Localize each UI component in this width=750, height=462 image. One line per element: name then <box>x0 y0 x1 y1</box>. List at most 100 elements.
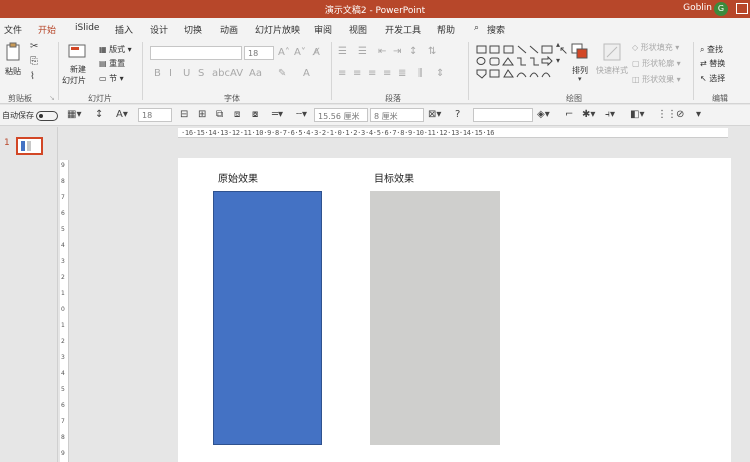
highlight-icon[interactable]: ✎ <box>278 68 286 79</box>
shape-outline-button[interactable]: ▢ 形状轮廓 ▾ <box>632 58 681 69</box>
user-name[interactable]: Goblin <box>683 3 712 13</box>
help-icon[interactable]: ? <box>455 109 460 120</box>
align-left-icon[interactable]: ≡ <box>338 68 346 79</box>
table-icon[interactable]: ▦▾ <box>67 109 81 120</box>
align-text-icon[interactable]: ⇕ <box>436 68 444 79</box>
select-button[interactable]: ↖ 选择 <box>700 73 725 84</box>
send-backward-icon[interactable]: ⧇ <box>252 109 258 120</box>
tab-islide[interactable]: iSlide <box>75 23 99 33</box>
label-target[interactable]: 目标效果 <box>374 170 414 185</box>
align-icon[interactable]: ⊟ <box>180 109 188 120</box>
style-combo[interactable] <box>473 108 533 122</box>
numbering-icon[interactable]: ☰ <box>358 46 367 57</box>
shape-effects-button[interactable]: ◫ 形状效果 ▾ <box>632 74 681 85</box>
section-button[interactable]: ▭ 节 ▾ <box>99 73 124 84</box>
toolbar-font-size[interactable]: 18 <box>138 108 172 122</box>
bold-icon[interactable]: B <box>154 68 161 79</box>
shape-height-field[interactable]: 8 厘米 <box>370 108 424 122</box>
avatar[interactable]: G <box>714 2 728 16</box>
find-button[interactable]: ⌕ 查找 <box>700 44 723 55</box>
tab-slideshow[interactable]: 幻灯片放映 <box>255 23 300 36</box>
new-slide-label-2[interactable]: 幻灯片 <box>62 75 86 86</box>
tab-view[interactable]: 视图 <box>349 23 367 36</box>
format-painter-icon[interactable]: ⌇ <box>30 71 35 82</box>
decrease-indent-icon[interactable]: ⇤ <box>378 46 386 57</box>
tab-insert[interactable]: 插入 <box>115 23 133 36</box>
bullets-icon[interactable]: ☰ <box>338 46 347 57</box>
font-name-combo[interactable] <box>150 46 242 60</box>
dialog-launcher-icon[interactable]: ↘ <box>49 94 55 102</box>
settings-icon[interactable]: ✱▾ <box>582 109 595 120</box>
gallery-down-icon[interactable]: ▾ <box>556 56 560 65</box>
new-slide-label[interactable]: 新建 <box>70 64 86 75</box>
slide-thumbnail[interactable] <box>16 137 43 155</box>
layout-button[interactable]: ▦ 版式 ▾ <box>99 44 132 55</box>
label-original[interactable]: 原始效果 <box>218 170 258 185</box>
strikethrough-icon[interactable]: abc <box>212 68 230 79</box>
tab-file[interactable]: 文件 <box>4 23 22 36</box>
cut-icon[interactable]: ✂ <box>30 41 38 52</box>
group-label-clipboard: 剪贴板 <box>8 94 32 103</box>
paste-label[interactable]: 粘贴 <box>5 66 21 77</box>
line-icon[interactable]: ═▾ <box>272 109 283 120</box>
tab-search[interactable]: 搜索 <box>487 23 505 36</box>
font-color-icon[interactable]: A <box>303 68 310 79</box>
color-picker-icon[interactable]: ◧▾ <box>630 109 644 120</box>
new-slide-button[interactable] <box>68 42 88 62</box>
shape-fill-button[interactable]: ◇ 形状填充 ▾ <box>632 42 679 53</box>
copy-icon[interactable]: ⎘ <box>30 56 38 67</box>
group-icon[interactable]: ⧉ <box>216 109 223 120</box>
tab-transitions[interactable]: 切换 <box>184 23 202 36</box>
font-size-combo[interactable]: 18 <box>244 46 274 60</box>
tab-home[interactable]: 开始 <box>38 23 57 40</box>
align-center-icon[interactable]: ≡ <box>353 68 361 79</box>
crop-tool-icon[interactable]: ⌐ <box>565 109 573 120</box>
tab-review[interactable]: 审阅 <box>314 23 332 36</box>
grid-icon[interactable]: ⋮⋮ <box>657 109 677 120</box>
align-right-icon[interactable]: ≡ <box>368 68 376 79</box>
line-spacing-icon[interactable]: ↕ <box>409 46 417 57</box>
shape-original-bar[interactable] <box>213 191 322 445</box>
tab-animations[interactable]: 动画 <box>220 23 238 36</box>
change-case-icon[interactable]: Aa <box>249 68 262 79</box>
find-icon: ⌕ <box>700 45 708 54</box>
columns-icon[interactable]: ⫼ <box>418 68 423 79</box>
clear-format-icon[interactable]: A̸ <box>313 47 320 58</box>
font-color-icon[interactable]: A▾ <box>116 109 128 120</box>
shape-width-field[interactable]: 15.56 厘米 <box>314 108 368 122</box>
arrange-button[interactable] <box>570 42 590 64</box>
distributed-icon[interactable]: ≣ <box>398 68 406 79</box>
shapes-gallery[interactable] <box>474 42 560 86</box>
bring-forward-icon[interactable]: ⧈ <box>234 109 240 120</box>
increase-font-icon[interactable]: A˄ <box>278 47 290 58</box>
tab-design[interactable]: 设计 <box>150 23 168 36</box>
char-spacing-icon[interactable]: AV <box>230 68 243 79</box>
replace-button[interactable]: ⇄ 替换 <box>700 58 725 69</box>
shape-fill-quick-icon[interactable]: ◈▾ <box>537 109 550 120</box>
shadow-icon[interactable]: S <box>198 68 204 79</box>
quick-styles-button[interactable] <box>602 42 622 64</box>
increase-indent-icon[interactable]: ⇥ <box>393 46 401 57</box>
reset-button[interactable]: ▤ 重置 <box>99 58 125 69</box>
restore-window-icon[interactable] <box>736 3 748 14</box>
tab-developer[interactable]: 开发工具 <box>385 23 421 36</box>
tab-help[interactable]: 帮助 <box>437 23 455 36</box>
search-icon[interactable]: ⌕ <box>474 23 479 33</box>
underline-icon[interactable]: U <box>183 68 190 79</box>
quick-styles-label[interactable]: 快速样式 <box>596 65 628 76</box>
arrange-dropdown-icon[interactable]: ▾ <box>578 75 582 83</box>
italic-icon[interactable]: I <box>169 68 172 79</box>
remove-icon[interactable]: ⊘ <box>676 109 684 120</box>
justify-icon[interactable]: ≡ <box>383 68 391 79</box>
paste-button[interactable] <box>5 42 23 64</box>
crop-icon[interactable]: ⊠▾ <box>428 109 441 120</box>
distribute-icon[interactable]: ⊞ <box>198 109 206 120</box>
dash-icon[interactable]: ┄▾ <box>296 109 307 120</box>
align-objects-icon[interactable]: ⫞▾ <box>605 109 615 120</box>
customize-toolbar-icon[interactable]: ▾ <box>696 109 701 120</box>
decrease-font-icon[interactable]: A˅ <box>294 47 306 58</box>
autosave-toggle[interactable] <box>36 111 58 121</box>
shape-target-bar[interactable] <box>370 191 500 445</box>
text-direction-icon[interactable]: ⇅ <box>428 46 436 57</box>
line-spacing-icon[interactable]: ↕ <box>95 109 103 120</box>
